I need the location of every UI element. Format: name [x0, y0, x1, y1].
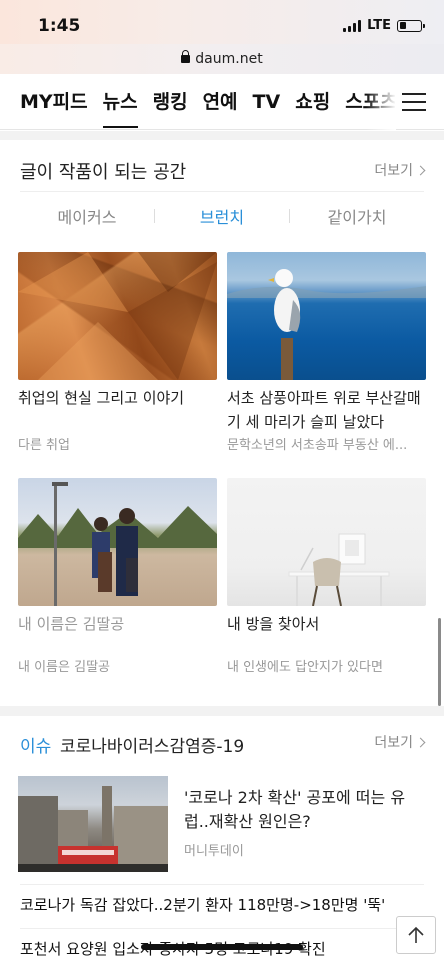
more-link[interactable]: 더보기	[374, 732, 426, 752]
article-tile[interactable]: 서초 삼풍아파트 위로 부산갈매기 세 마리가 슬피 날았다 문학소년의 서초송…	[227, 252, 426, 453]
chevron-right-icon	[415, 165, 426, 175]
network-label: LTE	[367, 18, 391, 33]
issue-title[interactable]: 코로나바이러스감염증-19	[60, 732, 244, 757]
article-tile[interactable]: 취업의 현실 그리고 이야기 다른 취업	[18, 252, 217, 453]
article-thumbnail	[227, 252, 426, 380]
scroll-to-top-button[interactable]	[396, 916, 436, 954]
issue-label: 이슈	[20, 737, 52, 757]
status-time: 1:45	[38, 16, 81, 36]
article-title: 내 이름은 김딸공	[18, 615, 125, 633]
section-title: 글이 작품이 되는 공간	[20, 162, 187, 183]
signal-icon	[343, 19, 362, 32]
article-source: 내 인생에도 답안지가 있다면	[227, 660, 383, 675]
lock-icon	[181, 50, 191, 64]
issue-section: 이슈 코로나바이러스감염증-19 더보기 '코로나 2차 확산' 공포에 떠는 …	[0, 716, 444, 960]
nav-item-shopping[interactable]: 쇼핑	[295, 74, 330, 130]
nav-fade	[366, 74, 396, 130]
article-source: 문학소년의 서초송파 부동산 에...	[227, 438, 408, 453]
nav-item-entertainment[interactable]: 연예	[203, 74, 238, 130]
top-navigation: MY피드 뉴스 랭킹 연예 TV 쇼핑 스포츠	[0, 74, 444, 130]
article-thumbnail	[227, 478, 426, 606]
more-label: 더보기	[374, 735, 413, 751]
chevron-right-icon	[415, 737, 426, 747]
nav-item-my-feed[interactable]: MY피드	[20, 74, 88, 130]
lead-source: 머니투데이	[184, 844, 244, 859]
section-header: 이슈 코로나바이러스감염증-19 더보기	[20, 726, 426, 766]
scrollbar[interactable]	[438, 618, 441, 706]
divider	[20, 928, 424, 929]
url-text: daum.net	[195, 51, 263, 67]
article-thumbnail	[18, 478, 217, 606]
article-tile[interactable]: 내 방을 찾아서 내 인생에도 답안지가 있다면	[227, 478, 426, 675]
brunch-section: 글이 작품이 되는 공간 더보기 메이커스 브런치 같이가치 취업의 현실 그리…	[0, 140, 444, 706]
battery-icon	[397, 19, 425, 32]
battery-level	[399, 22, 406, 29]
nav-tabs: MY피드 뉴스 랭킹 연예 TV 쇼핑 스포츠	[20, 74, 395, 130]
article-tile[interactable]: 내 이름은 김딸공 내 이름은 김딸공	[18, 478, 217, 675]
home-indicator	[141, 944, 303, 950]
section-gap	[0, 131, 444, 140]
article-source: 내 이름은 김딸공	[18, 660, 110, 675]
nav-item-ranking[interactable]: 랭킹	[153, 74, 188, 130]
status-indicators: LTE	[343, 18, 425, 33]
more-label: 더보기	[374, 163, 413, 179]
section-header: 글이 작품이 되는 공간 더보기	[20, 154, 426, 192]
tab-makers[interactable]: 메이커스	[20, 204, 154, 228]
article-title: 내 방을 찾아서	[227, 615, 320, 633]
article-thumbnail	[18, 252, 217, 380]
more-link[interactable]: 더보기	[374, 160, 426, 180]
menu-icon[interactable]	[402, 93, 426, 111]
nav-item-news[interactable]: 뉴스	[102, 74, 138, 130]
article-title: 취업의 현실 그리고 이야기	[18, 389, 185, 407]
article-source: 다른 취업	[18, 438, 70, 453]
section-gap	[0, 706, 444, 716]
article-title: 서초 삼풍아파트 위로 부산갈매기 세 마리가 슬피 날았다	[227, 389, 421, 431]
tab-brunch[interactable]: 브런치	[155, 204, 289, 228]
divider	[20, 884, 424, 885]
section-tabs: 메이커스 브런치 같이가치	[20, 196, 424, 236]
address-bar[interactable]: daum.net	[0, 44, 444, 74]
lead-headline[interactable]: '코로나 2차 확산' 공포에 떠는 유럽..재확산 원인은?	[184, 786, 424, 834]
headline-link[interactable]: 코로나가 독감 잡았다..2분기 환자 118만명->18만명 '뚝'	[20, 894, 424, 915]
arrow-up-icon	[408, 926, 424, 943]
nav-item-tv[interactable]: TV	[253, 74, 281, 130]
tab-gachi[interactable]: 같이가치	[290, 204, 424, 228]
lead-thumbnail[interactable]	[18, 776, 168, 872]
status-bar: 1:45 LTE	[0, 0, 444, 44]
